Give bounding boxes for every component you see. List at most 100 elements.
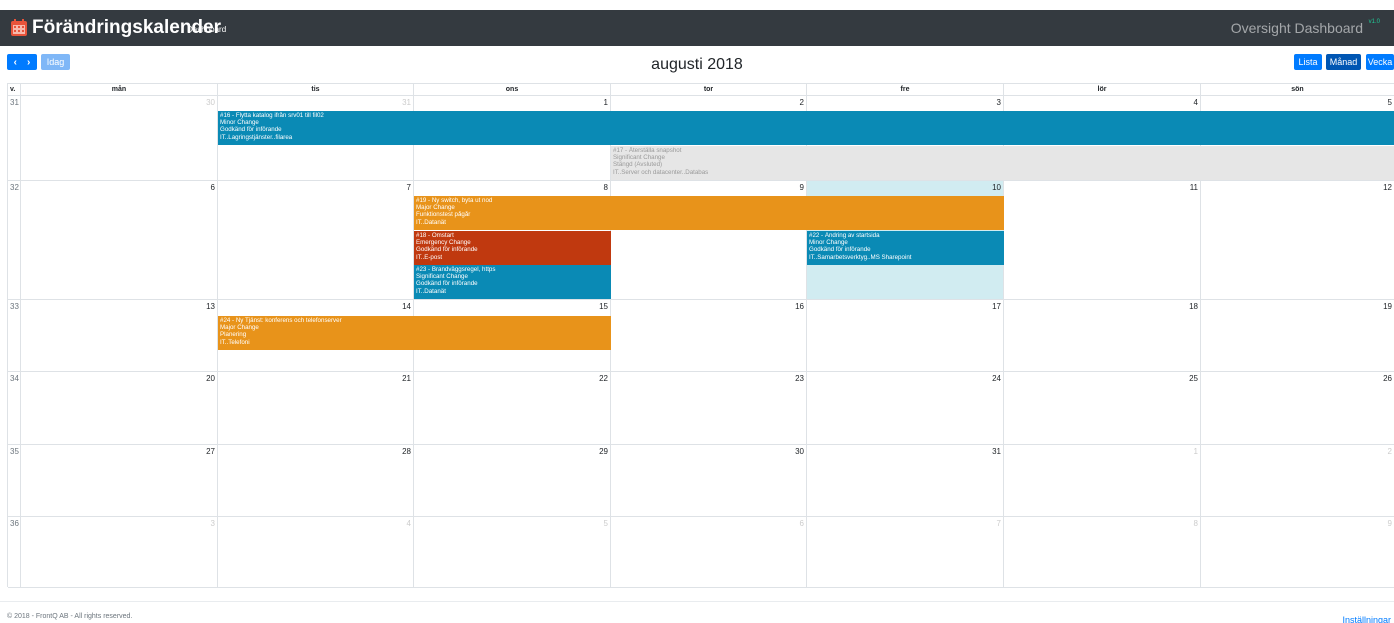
- day-cell[interactable]: 30: [611, 445, 807, 517]
- calendar-event[interactable]: #19 - Ny switch, byta ut nod Major Change…: [414, 196, 1004, 230]
- calendar-event[interactable]: #17 - Återställa snapshot Significant Cha…: [611, 146, 1394, 180]
- day-cell[interactable]: 12: [1201, 181, 1394, 300]
- day-number[interactable]: 8: [1194, 519, 1198, 529]
- day-number[interactable]: 5: [1388, 98, 1392, 108]
- day-number[interactable]: 6: [211, 183, 215, 193]
- day-cell[interactable]: 8: [1004, 517, 1201, 588]
- day-cell[interactable]: 7: [218, 181, 414, 300]
- day-cell[interactable]: 2: [1201, 445, 1394, 517]
- day-cell[interactable]: 22: [414, 372, 611, 445]
- day-number[interactable]: 5: [604, 519, 608, 529]
- day-cell[interactable]: 16: [611, 300, 807, 372]
- week-number: 32: [10, 183, 19, 192]
- calendar-icon: [11, 19, 27, 36]
- calendar-event[interactable]: #24 - Ny Tjänst: konferens och telefonse…: [218, 316, 611, 350]
- calendar-event[interactable]: #22 - Ändring av startsida Minor Change Go…: [807, 231, 1004, 265]
- day-cell[interactable]: 29: [414, 445, 611, 517]
- list-view-button[interactable]: Lista: [1294, 54, 1322, 70]
- day-cell[interactable]: 20: [21, 372, 218, 445]
- weekday-header: sön: [1201, 84, 1394, 96]
- day-number[interactable]: 31: [402, 98, 411, 108]
- month-view-button[interactable]: Månad: [1326, 54, 1361, 70]
- week-number: 36: [10, 519, 19, 528]
- day-number[interactable]: 3: [997, 98, 1001, 108]
- day-cell[interactable]: 6: [21, 181, 218, 300]
- day-number[interactable]: 12: [1383, 183, 1392, 193]
- day-number[interactable]: 30: [795, 447, 804, 457]
- day-number[interactable]: 10: [992, 183, 1001, 193]
- day-number[interactable]: 31: [992, 447, 1001, 457]
- copyright-text: © 2018 - FrontQ AB - All rights reserved…: [7, 613, 133, 620]
- day-number[interactable]: 30: [206, 98, 215, 108]
- day-number[interactable]: 1: [604, 98, 608, 108]
- day-number[interactable]: 14: [402, 302, 411, 312]
- day-cell[interactable]: 11: [1004, 181, 1201, 300]
- week-number-cell: 33: [8, 300, 21, 372]
- day-number[interactable]: 13: [206, 302, 215, 312]
- day-number[interactable]: 23: [795, 374, 804, 384]
- day-number[interactable]: 18: [1189, 302, 1198, 312]
- day-number[interactable]: 15: [599, 302, 608, 312]
- day-number[interactable]: 9: [1388, 519, 1392, 529]
- day-cell[interactable]: 18: [1004, 300, 1201, 372]
- day-cell[interactable]: 30: [21, 96, 218, 181]
- week-number: 34: [10, 374, 19, 383]
- day-cell[interactable]: 9: [1201, 517, 1394, 588]
- day-cell[interactable]: 13: [21, 300, 218, 372]
- day-cell[interactable]: 26: [1201, 372, 1394, 445]
- day-number[interactable]: 26: [1383, 374, 1392, 384]
- event-category: IT..Server och datacenter..Databas: [613, 168, 709, 176]
- event-title: #16 - Flytta katalog ifrån srv01 till fi…: [220, 112, 324, 119]
- week-number-cell: 34: [8, 372, 21, 445]
- day-number[interactable]: 2: [1388, 447, 1392, 457]
- day-cell[interactable]: 6: [611, 517, 807, 588]
- day-number[interactable]: 19: [1383, 302, 1392, 312]
- settings-link[interactable]: Inställningar: [1342, 614, 1391, 623]
- day-number[interactable]: 29: [599, 447, 608, 457]
- day-number[interactable]: 25: [1189, 374, 1198, 384]
- event-category: IT..Samarbetsverktyg..MS Sharepoint: [809, 253, 912, 261]
- day-number[interactable]: 3: [211, 519, 215, 529]
- day-number[interactable]: 6: [800, 519, 804, 529]
- event-title: #18 - Omstart: [416, 232, 454, 239]
- day-number[interactable]: 9: [800, 183, 804, 193]
- day-number[interactable]: 24: [992, 374, 1001, 384]
- day-number[interactable]: 21: [402, 374, 411, 384]
- day-number[interactable]: 28: [402, 447, 411, 457]
- week-view-button[interactable]: Vecka: [1366, 54, 1394, 70]
- weekday-header: ons: [414, 84, 611, 96]
- day-number[interactable]: 17: [992, 302, 1001, 312]
- day-number[interactable]: 27: [206, 447, 215, 457]
- day-cell[interactable]: 1: [1004, 445, 1201, 517]
- day-number[interactable]: 1: [1194, 447, 1198, 457]
- day-cell[interactable]: 28: [218, 445, 414, 517]
- day-number[interactable]: 7: [997, 519, 1001, 529]
- day-cell[interactable]: 27: [21, 445, 218, 517]
- day-cell[interactable]: 21: [218, 372, 414, 445]
- day-number[interactable]: 11: [1190, 183, 1198, 193]
- day-number[interactable]: 20: [206, 374, 215, 384]
- day-cell[interactable]: 25: [1004, 372, 1201, 445]
- calendar-event[interactable]: #18 - Omstart Emergency Change Godkänd för…: [414, 231, 611, 265]
- day-number[interactable]: 4: [1194, 98, 1198, 108]
- day-cell[interactable]: 31: [807, 445, 1004, 517]
- day-cell[interactable]: 17: [807, 300, 1004, 372]
- calendar-event[interactable]: #23 - Brandväggsregel, https Significant …: [414, 265, 611, 299]
- day-cell[interactable]: 23: [611, 372, 807, 445]
- day-cell[interactable]: 7: [807, 517, 1004, 588]
- oversight-dashboard-link[interactable]: Oversight Dashboard: [1231, 19, 1363, 37]
- calendar-event[interactable]: #16 - Flytta katalog ifrån srv01 till fi…: [218, 111, 1394, 145]
- day-number[interactable]: 16: [795, 302, 804, 312]
- day-number[interactable]: 7: [407, 183, 411, 193]
- day-cell[interactable]: 19: [1201, 300, 1394, 372]
- day-number[interactable]: 22: [599, 374, 608, 384]
- day-cell[interactable]: 3: [21, 517, 218, 588]
- day-cell[interactable]: 4: [218, 517, 414, 588]
- version-badge: v1.0: [1368, 19, 1380, 25]
- day-cell[interactable]: 5: [414, 517, 611, 588]
- day-number[interactable]: 4: [407, 519, 411, 529]
- day-number[interactable]: 8: [604, 183, 608, 193]
- day-cell[interactable]: 24: [807, 372, 1004, 445]
- day-number[interactable]: 2: [800, 98, 804, 108]
- top-navbar: Förändringskalender Dashboard Oversight …: [0, 10, 1394, 46]
